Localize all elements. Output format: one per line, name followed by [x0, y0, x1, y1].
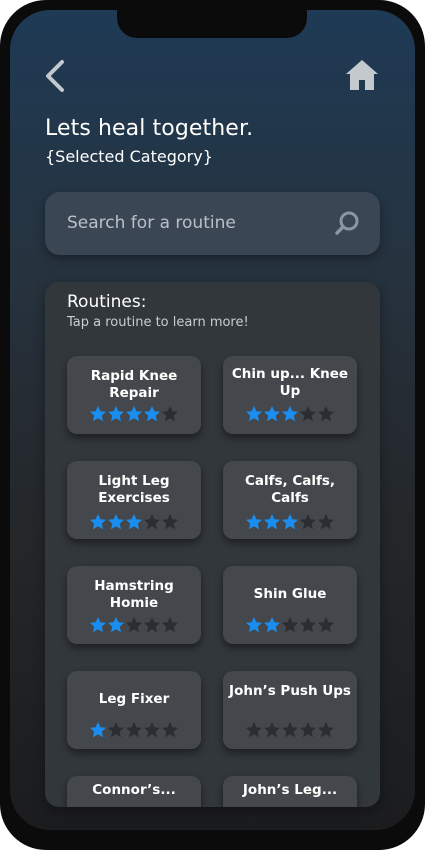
star-icon	[246, 514, 262, 530]
routine-card[interactable]: Rapid Knee Repair	[67, 356, 201, 434]
routine-name: Calfs, Calfs, Calfs	[244, 473, 336, 506]
star-icon	[264, 722, 280, 738]
star-icon	[318, 722, 334, 738]
routine-name: Hamstring Homie	[94, 578, 174, 611]
rating-stars	[245, 405, 335, 422]
star-icon	[264, 514, 280, 530]
routine-card[interactable]: Chin up... Knee Up	[223, 356, 357, 434]
star-icon	[300, 617, 316, 633]
device-notch	[117, 10, 307, 38]
star-icon	[264, 617, 280, 633]
star-icon	[282, 617, 298, 633]
routine-name: Connor’s...	[92, 782, 176, 798]
routine-card[interactable]: Leg Fixer	[67, 671, 201, 749]
routine-name: Rapid Knee Repair	[90, 368, 178, 401]
star-icon	[300, 406, 316, 422]
rating-stars	[245, 616, 335, 633]
search-bar[interactable]: Search for a routine	[45, 192, 380, 255]
star-icon	[108, 514, 124, 530]
star-icon	[162, 514, 178, 530]
star-icon	[318, 406, 334, 422]
star-icon	[108, 722, 124, 738]
app-screen: Lets heal together. {Selected Category} …	[10, 10, 415, 830]
star-icon	[126, 514, 142, 530]
star-icon	[144, 514, 160, 530]
routine-name: Shin Glue	[253, 586, 327, 602]
chevron-left-icon	[46, 60, 64, 92]
routine-card[interactable]: John’s Push Ups	[223, 671, 357, 749]
star-icon	[108, 617, 124, 633]
rating-stars	[89, 721, 179, 738]
routine-card[interactable]: Light Leg Exercises	[67, 461, 201, 539]
routine-card[interactable]: John’s Leg...	[223, 776, 357, 807]
rating-stars	[89, 616, 179, 633]
routine-card[interactable]: Calfs, Calfs, Calfs	[223, 461, 357, 539]
search-input[interactable]: Search for a routine	[67, 213, 236, 233]
home-icon	[346, 60, 378, 90]
star-icon	[246, 406, 262, 422]
star-icon	[246, 722, 262, 738]
star-icon	[162, 722, 178, 738]
star-icon	[246, 617, 262, 633]
routines-hint: Tap a routine to learn more!	[67, 315, 249, 330]
star-icon	[144, 722, 160, 738]
routine-name: John’s Push Ups	[229, 683, 351, 699]
routine-name: Light Leg Exercises	[98, 473, 170, 506]
star-icon	[108, 406, 124, 422]
routine-card[interactable]: Hamstring Homie	[67, 566, 201, 644]
star-icon	[264, 406, 280, 422]
home-button[interactable]	[344, 57, 380, 93]
star-icon	[144, 406, 160, 422]
star-icon	[282, 722, 298, 738]
star-icon	[126, 406, 142, 422]
rating-stars	[89, 513, 179, 530]
star-icon	[126, 722, 142, 738]
star-icon	[318, 514, 334, 530]
rating-stars	[245, 513, 335, 530]
rating-stars	[245, 721, 335, 738]
routine-card[interactable]: Shin Glue	[223, 566, 357, 644]
routines-title: Routines:	[67, 292, 147, 312]
routine-card[interactable]: Connor’s...	[67, 776, 201, 807]
routine-name: Chin up... Knee Up	[231, 366, 349, 399]
star-icon	[90, 722, 106, 738]
star-icon	[282, 514, 298, 530]
star-icon	[162, 617, 178, 633]
routine-name: Leg Fixer	[98, 691, 170, 707]
star-icon	[126, 617, 142, 633]
page-title: Lets heal together.	[45, 116, 254, 141]
routines-panel: Routines: Tap a routine to learn more! R…	[45, 282, 380, 807]
search-icon[interactable]	[334, 210, 360, 236]
star-icon	[90, 514, 106, 530]
rating-stars	[89, 405, 179, 422]
star-icon	[162, 406, 178, 422]
star-icon	[90, 406, 106, 422]
star-icon	[282, 406, 298, 422]
phone-frame: Lets heal together. {Selected Category} …	[0, 0, 425, 850]
star-icon	[90, 617, 106, 633]
star-icon	[144, 617, 160, 633]
star-icon	[300, 722, 316, 738]
star-icon	[318, 617, 334, 633]
routine-name: John’s Leg...	[242, 782, 338, 798]
back-button[interactable]	[40, 58, 72, 94]
category-subtitle: {Selected Category}	[45, 147, 213, 166]
star-icon	[300, 514, 316, 530]
